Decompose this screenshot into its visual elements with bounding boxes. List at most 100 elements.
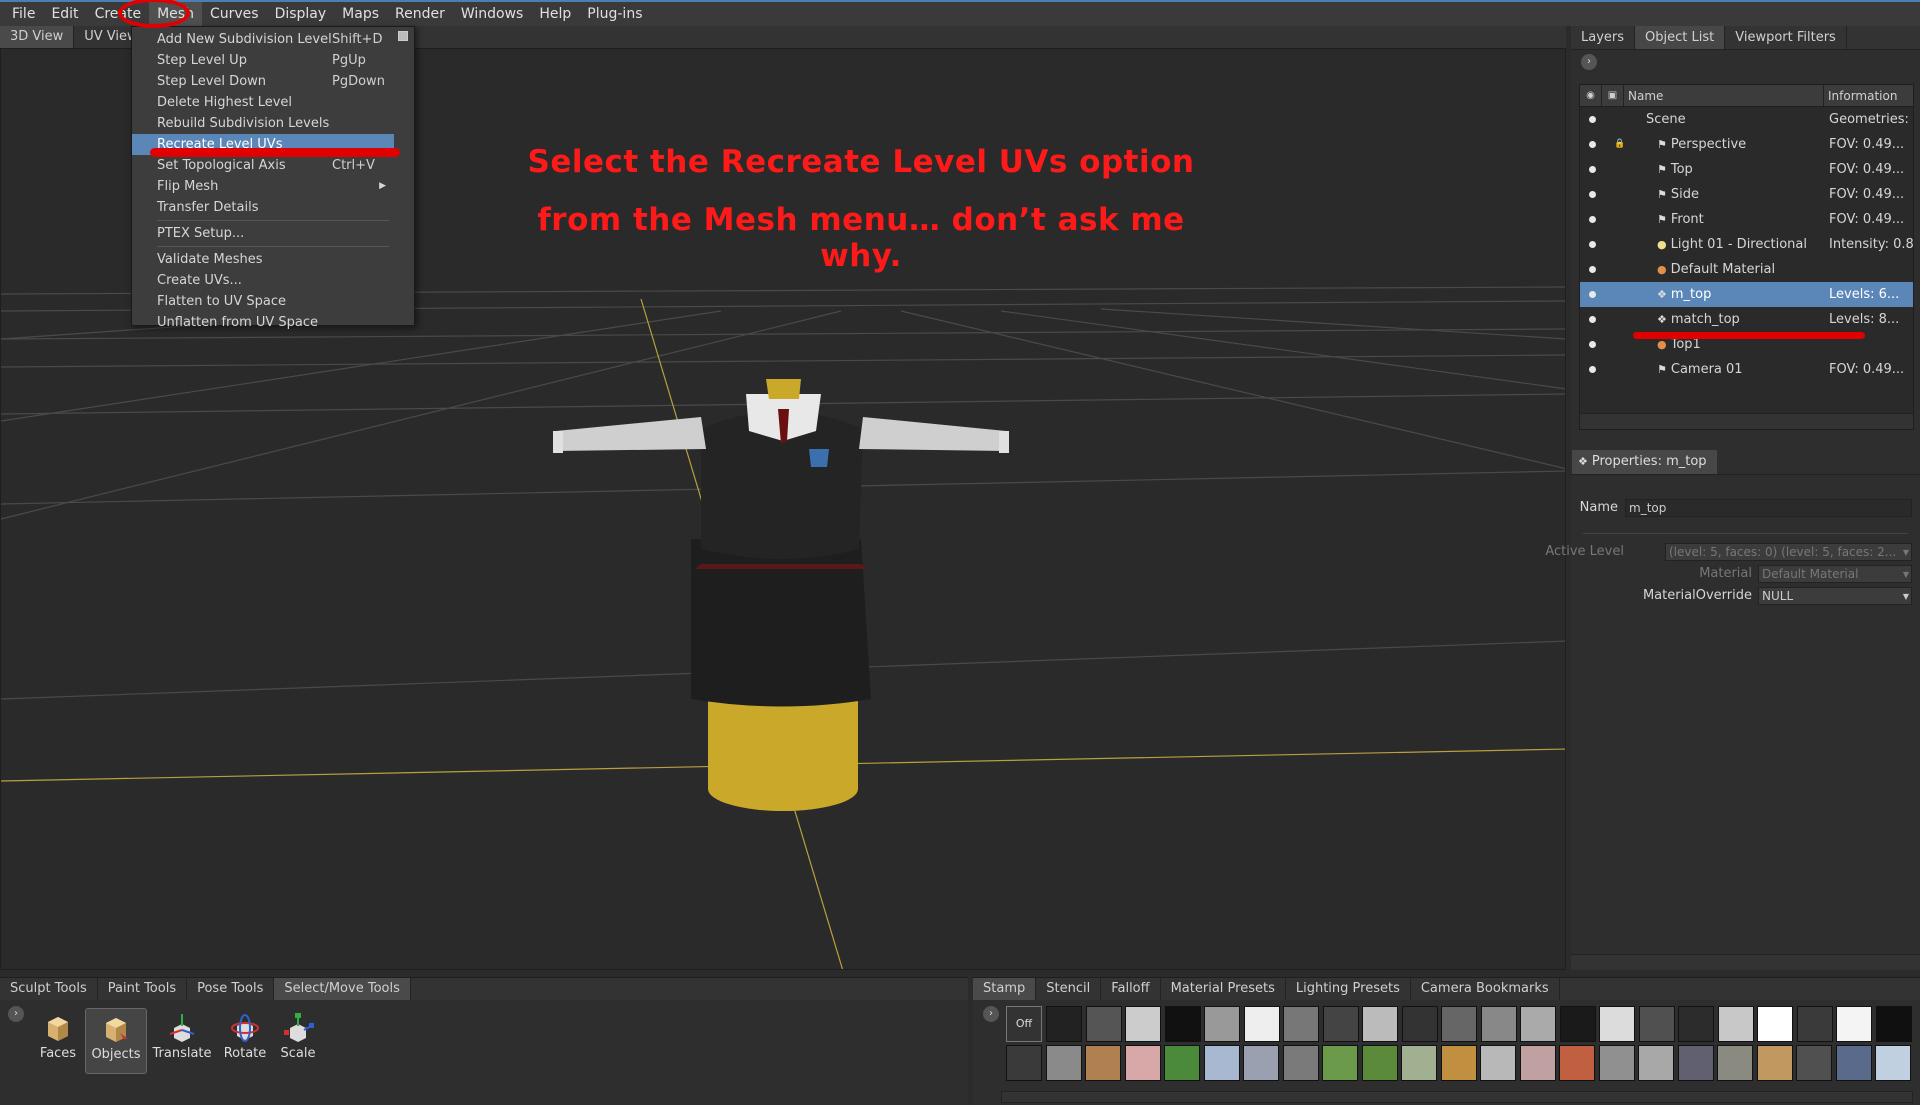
stamp-thumbnail[interactable] bbox=[1046, 1006, 1082, 1042]
menu-display[interactable]: Display bbox=[267, 2, 335, 26]
menu-item-rebuild-subdivision-levels[interactable]: Rebuild Subdivision Levels bbox=[132, 113, 414, 134]
stamp-thumbnail[interactable] bbox=[1045, 1045, 1082, 1081]
tab-stencil[interactable]: Stencil bbox=[1036, 978, 1102, 1000]
menu-maps[interactable]: Maps bbox=[334, 2, 387, 26]
stamp-thumbnail[interactable] bbox=[1796, 1006, 1833, 1042]
stamp-thumbnail[interactable] bbox=[1085, 1045, 1121, 1081]
stamp-thumbnail[interactable] bbox=[1757, 1006, 1793, 1042]
stamp-thumbnail[interactable] bbox=[1756, 1045, 1793, 1081]
menu-plugins[interactable]: Plug-ins bbox=[579, 2, 650, 26]
stamp-thumbnail[interactable] bbox=[1243, 1045, 1279, 1081]
stamp-thumbnail[interactable] bbox=[1125, 1006, 1161, 1042]
stamp-thumbnail[interactable] bbox=[1677, 1045, 1714, 1081]
collapse-arrow-icon[interactable]: › bbox=[1581, 54, 1597, 70]
stamp-thumbnail[interactable] bbox=[1164, 1006, 1201, 1042]
menu-item-unflatten-from-uv-space[interactable]: Unflatten from UV Space bbox=[132, 312, 414, 333]
stamp-thumbnail[interactable] bbox=[1243, 1006, 1280, 1042]
menu-create[interactable]: Create bbox=[87, 2, 150, 26]
visibility-column-icon[interactable]: ◉ bbox=[1580, 85, 1602, 106]
stamp-thumbnail[interactable] bbox=[1006, 1045, 1042, 1081]
stamp-thumbnail[interactable] bbox=[1441, 1006, 1477, 1042]
menu-item-ptex-setup[interactable]: PTEX Setup... bbox=[132, 223, 414, 244]
stamp-thumbnail[interactable] bbox=[1519, 1045, 1556, 1081]
stamp-thumbnail[interactable] bbox=[1598, 1045, 1635, 1081]
tab-layers[interactable]: Layers bbox=[1571, 26, 1636, 49]
lock-column-icon[interactable]: ▣ bbox=[1602, 85, 1624, 106]
object-list-row[interactable]: ● Light 01 - Directional Intensity: 0.80 bbox=[1580, 232, 1913, 257]
menu-help[interactable]: Help bbox=[531, 2, 579, 26]
stamp-thumbnail[interactable] bbox=[1204, 1006, 1240, 1042]
visibility-icon[interactable] bbox=[1589, 266, 1596, 273]
column-header-name[interactable]: Name bbox=[1624, 85, 1824, 106]
object-list-row[interactable]: ❖ m_top Levels: 6... bbox=[1580, 282, 1913, 307]
stamp-thumbnail[interactable] bbox=[1480, 1006, 1517, 1042]
menu-item-create-uvs[interactable]: Create UVs... bbox=[132, 270, 414, 291]
stamp-thumbnail[interactable] bbox=[1836, 1006, 1872, 1042]
stamp-thumbnail[interactable] bbox=[1361, 1045, 1398, 1081]
stamp-thumbnail[interactable] bbox=[1559, 1006, 1596, 1042]
property-material-override-dropdown[interactable]: NULL ▼ bbox=[1758, 587, 1912, 605]
tool-translate[interactable]: Translate bbox=[151, 1008, 213, 1074]
stamp-thumbnail[interactable] bbox=[1203, 1045, 1240, 1081]
tab-select-move-tools[interactable]: Select/Move Tools bbox=[274, 978, 411, 1000]
menu-item-recreate-level-uvs[interactable]: Recreate Level UVs bbox=[132, 134, 394, 155]
stamp-off-button[interactable]: Off bbox=[1006, 1006, 1042, 1042]
tool-faces[interactable]: Faces bbox=[27, 1008, 89, 1074]
collapse-arrow-icon[interactable]: › bbox=[983, 1006, 999, 1022]
object-list-row[interactable]: ⚑ Camera 01 FOV: 0.49... bbox=[1580, 357, 1913, 382]
tab-falloff[interactable]: Falloff bbox=[1101, 978, 1161, 1000]
tab-stamp[interactable]: Stamp bbox=[973, 978, 1037, 1000]
object-list-row[interactable]: ⚑ Front FOV: 0.49... bbox=[1580, 207, 1913, 232]
visibility-icon[interactable] bbox=[1589, 241, 1596, 248]
horizontal-scrollbar[interactable] bbox=[1571, 954, 1920, 970]
property-name-field[interactable]: m_top bbox=[1625, 499, 1912, 517]
tab-object-list[interactable]: Object List bbox=[1635, 26, 1726, 49]
stamp-thumbnail[interactable] bbox=[1599, 1006, 1635, 1042]
menu-render[interactable]: Render bbox=[387, 2, 453, 26]
menu-mesh[interactable]: Mesh bbox=[149, 2, 202, 26]
visibility-icon[interactable] bbox=[1589, 141, 1596, 148]
menu-file[interactable]: File bbox=[4, 2, 43, 26]
stamp-thumbnail[interactable] bbox=[1401, 1006, 1438, 1042]
tab-viewport-filters[interactable]: Viewport Filters bbox=[1725, 26, 1847, 49]
property-material-dropdown[interactable]: Default Material ▼ bbox=[1758, 565, 1912, 583]
property-active-level-dropdown[interactable]: (level: 5, faces: 0) (level: 5, faces: 2… bbox=[1665, 543, 1912, 561]
stamp-thumbnail[interactable] bbox=[1520, 1006, 1556, 1042]
horizontal-scrollbar[interactable] bbox=[1580, 413, 1913, 429]
horizontal-scrollbar[interactable] bbox=[1001, 1091, 1913, 1103]
object-list-row[interactable]: 🔒 ⚑ Perspective FOV: 0.49... bbox=[1580, 132, 1913, 157]
menu-item-delete-highest-level[interactable]: Delete Highest Level bbox=[132, 92, 414, 113]
stamp-thumbnail[interactable] bbox=[1164, 1045, 1200, 1081]
column-header-information[interactable]: Information bbox=[1824, 85, 1913, 106]
tab-paint-tools[interactable]: Paint Tools bbox=[98, 978, 188, 1000]
tab-pose-tools[interactable]: Pose Tools bbox=[187, 978, 275, 1000]
menu-windows[interactable]: Windows bbox=[453, 2, 532, 26]
visibility-icon[interactable] bbox=[1589, 166, 1596, 173]
lock-icon[interactable]: 🔒 bbox=[1614, 132, 1625, 157]
menu-item-add-subdivision-level[interactable]: Add New Subdivision Level Shift+D bbox=[132, 29, 414, 50]
menu-item-validate-meshes[interactable]: Validate Meshes bbox=[132, 249, 414, 270]
collapse-arrow-icon[interactable]: › bbox=[8, 1006, 24, 1022]
tool-scale[interactable]: Scale bbox=[267, 1008, 329, 1074]
menu-curves[interactable]: Curves bbox=[202, 2, 267, 26]
stamp-thumbnail[interactable] bbox=[1440, 1045, 1477, 1081]
stamp-thumbnail[interactable] bbox=[1559, 1045, 1595, 1081]
stamp-thumbnail[interactable] bbox=[1322, 1045, 1358, 1081]
tab-3d-view[interactable]: 3D View bbox=[0, 26, 75, 48]
stamp-thumbnail[interactable] bbox=[1796, 1045, 1832, 1081]
menu-item-step-level-up[interactable]: Step Level Up PgUp bbox=[132, 50, 414, 71]
stamp-thumbnail[interactable] bbox=[1835, 1045, 1872, 1081]
stamp-thumbnail[interactable] bbox=[1124, 1045, 1161, 1081]
stamp-thumbnail[interactable] bbox=[1283, 1006, 1319, 1042]
visibility-icon[interactable] bbox=[1589, 291, 1596, 298]
object-list-row[interactable]: ❖ match_top Levels: 8... bbox=[1580, 307, 1913, 332]
stamp-thumbnail[interactable] bbox=[1875, 1045, 1911, 1081]
tool-objects[interactable]: Objects bbox=[85, 1008, 147, 1074]
stamp-thumbnail[interactable] bbox=[1401, 1045, 1437, 1081]
stamp-thumbnail[interactable] bbox=[1678, 1006, 1714, 1042]
object-list-row[interactable]: Scene Geometries: .. bbox=[1580, 107, 1913, 132]
tab-material-presets[interactable]: Material Presets bbox=[1161, 978, 1286, 1000]
object-list-row[interactable]: ● Top1 bbox=[1580, 332, 1913, 357]
stamp-thumbnail[interactable] bbox=[1085, 1006, 1122, 1042]
visibility-icon[interactable] bbox=[1589, 341, 1596, 348]
